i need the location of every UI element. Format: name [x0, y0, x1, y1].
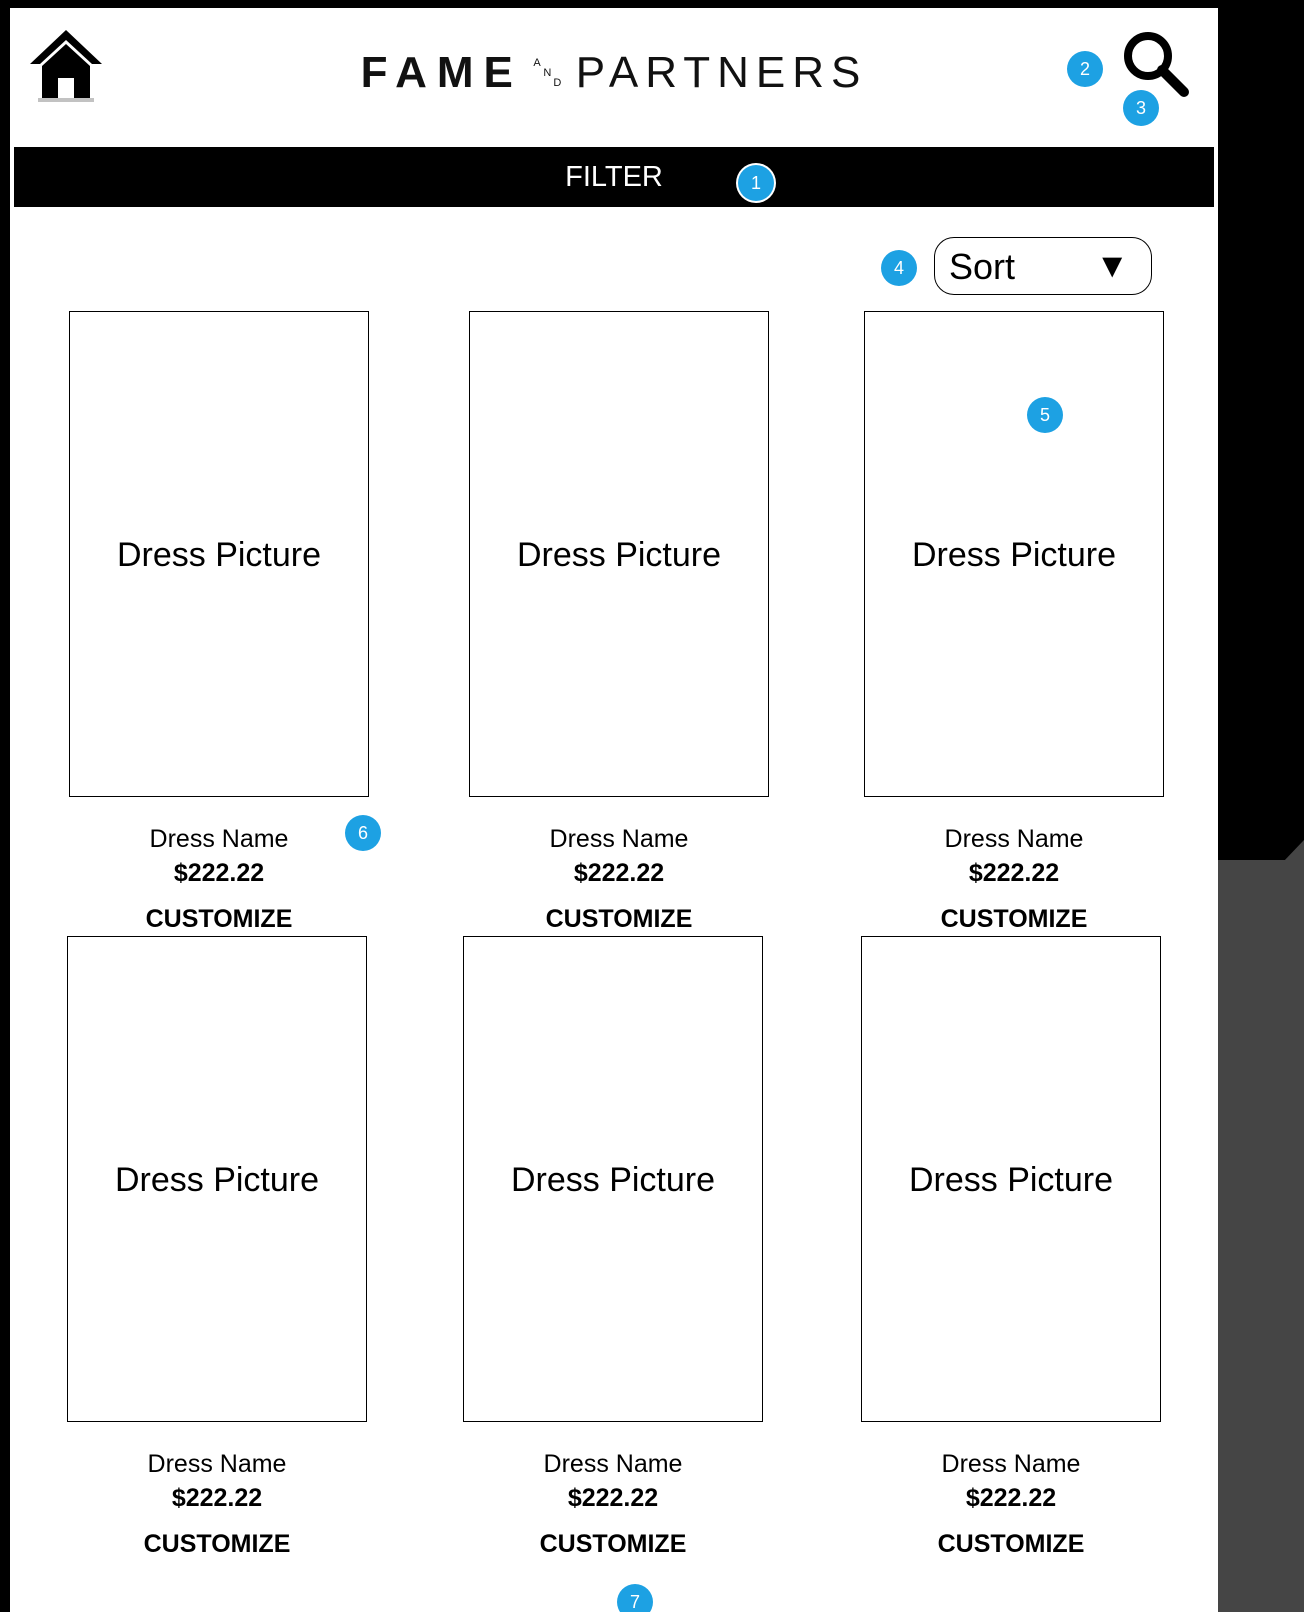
- dress-name: Dress Name: [147, 1450, 287, 1478]
- dress-picture-label: Dress Picture: [516, 536, 722, 574]
- annotation-badge: 5: [1027, 397, 1063, 433]
- device-frame: [1218, 0, 1304, 1612]
- logo-and-mark: A N D: [531, 56, 565, 90]
- dress-price: $222.22: [173, 859, 265, 887]
- dress-name: Dress Name: [543, 1450, 683, 1478]
- customize-button[interactable]: CUSTOMIZE: [469, 905, 769, 934]
- dress-name: Dress Name: [944, 825, 1084, 853]
- dress-picture[interactable]: Dress Picture: [469, 311, 769, 797]
- dress-picture[interactable]: Dress Picture: [69, 311, 369, 797]
- annotation-badge: 7: [617, 1584, 653, 1612]
- dress-picture-label: Dress Picture: [908, 1161, 1114, 1199]
- customize-button[interactable]: CUSTOMIZE: [864, 905, 1164, 934]
- frame-bevel-fill: [1218, 860, 1304, 1612]
- dress-price: $222.22: [965, 1484, 1057, 1512]
- logo-primary: FAME: [360, 48, 523, 97]
- logo-and-d: D: [553, 77, 562, 89]
- dress-price: $222.22: [171, 1484, 263, 1512]
- logo-secondary: PARTNERS: [575, 48, 868, 97]
- app-screen: FAME A N D PARTNERS FILTER Sort ▼ Dress …: [10, 8, 1218, 1612]
- annotation-badge: 4: [881, 250, 917, 286]
- filter-button[interactable]: FILTER: [14, 147, 1214, 207]
- dress-price: $222.22: [567, 1484, 659, 1512]
- dress-price: $222.22: [968, 859, 1060, 887]
- dress-name: Dress Name: [549, 825, 689, 853]
- dress-picture-label: Dress Picture: [114, 1161, 320, 1199]
- dress-picture-label: Dress Picture: [116, 536, 322, 574]
- customize-button[interactable]: CUSTOMIZE: [69, 905, 369, 934]
- dress-picture[interactable]: Dress Picture: [861, 936, 1161, 1422]
- dress-picture-label: Dress Picture: [911, 536, 1117, 574]
- dress-name: Dress Name: [941, 1450, 1081, 1478]
- customize-button[interactable]: CUSTOMIZE: [861, 1530, 1161, 1559]
- filter-label: FILTER: [565, 161, 663, 193]
- dress-picture[interactable]: Dress Picture: [67, 936, 367, 1422]
- chevron-down-icon: ▼: [1095, 247, 1129, 285]
- dress-price: $222.22: [573, 859, 665, 887]
- annotation-badge: 1: [738, 165, 774, 201]
- dress-name: Dress Name: [149, 825, 289, 853]
- annotation-badge: 2: [1067, 51, 1103, 87]
- brand-logo: FAME A N D PARTNERS: [10, 48, 1218, 108]
- logo-and-n: N: [543, 67, 552, 79]
- dress-picture[interactable]: Dress Picture: [463, 936, 763, 1422]
- dress-picture-label: Dress Picture: [510, 1161, 716, 1199]
- customize-button[interactable]: CUSTOMIZE: [463, 1530, 763, 1559]
- customize-button[interactable]: CUSTOMIZE: [67, 1530, 367, 1559]
- annotation-badge: 6: [345, 815, 381, 851]
- sort-label: Sort: [949, 246, 1016, 287]
- dress-picture[interactable]: Dress Picture: [864, 311, 1164, 797]
- annotation-badge: 3: [1123, 90, 1159, 126]
- logo-and-a: A: [533, 57, 541, 69]
- sort-dropdown[interactable]: Sort ▼: [934, 237, 1152, 295]
